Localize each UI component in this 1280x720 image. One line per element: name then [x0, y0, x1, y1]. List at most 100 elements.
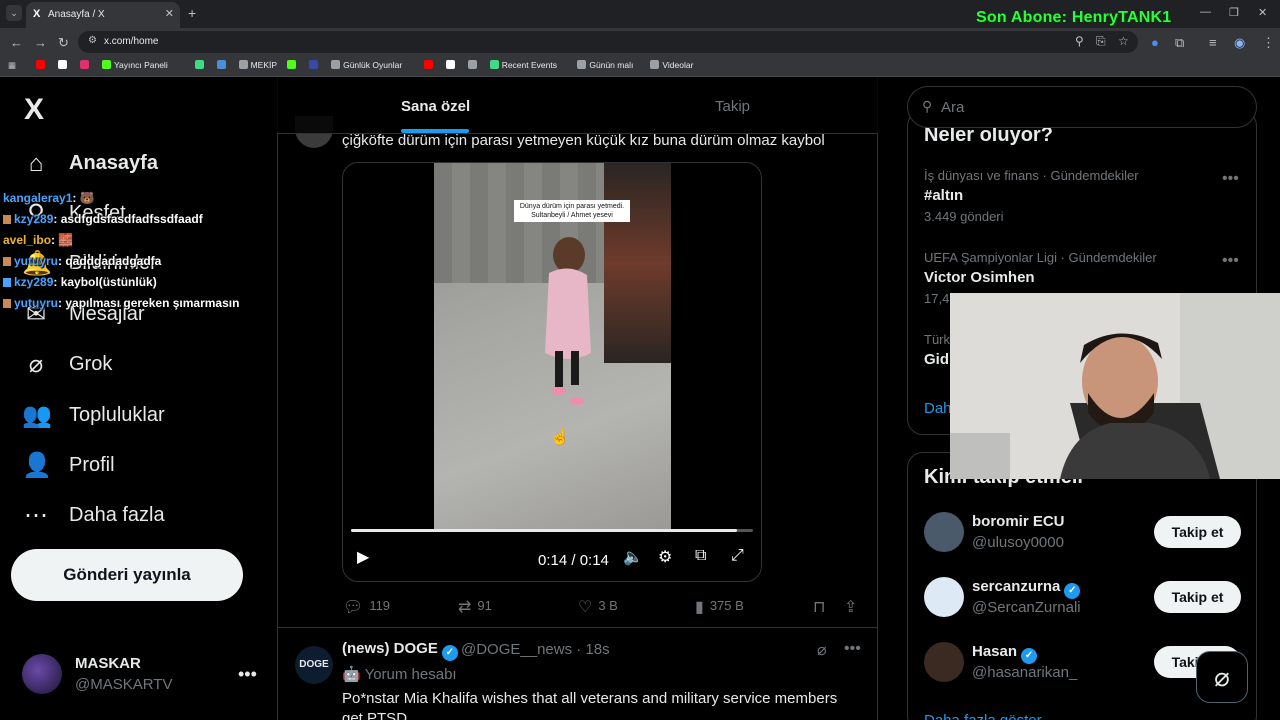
grok-floating-button[interactable]: ⌀ — [1196, 651, 1248, 703]
bookmark-item[interactable] — [445, 60, 458, 70]
chat-message: kzy289: asdfgdsfasdfadfssdfaadf — [3, 212, 203, 226]
tab-list-icon[interactable]: ≡ — [1209, 35, 1217, 50]
bookmark-star-icon[interactable]: ☆ — [1118, 34, 1129, 48]
bookmark-favicon-icon — [58, 60, 67, 69]
tab-search-icon[interactable]: ⌄ — [6, 5, 22, 21]
play-icon[interactable]: ▶ — [357, 547, 369, 567]
chat-message: yutuyru: yapılması gereken şımarmasın — [3, 296, 239, 310]
bookmark-item[interactable]: Günlük Oyunlar — [331, 60, 402, 70]
forward-icon[interactable]: → — [34, 35, 47, 50]
bookmark-item[interactable] — [216, 60, 229, 70]
extensions-puzzle-icon[interactable]: ⧉ — [1175, 35, 1184, 51]
browser-menu-icon[interactable]: ⋮ — [1262, 35, 1275, 51]
settings-gear-icon[interactable]: ⚙ — [658, 547, 672, 567]
bookmark-item[interactable] — [467, 60, 480, 70]
post-text: çiğköfte dürüm için parası yetmeyen küçü… — [342, 132, 825, 149]
avatar[interactable] — [924, 642, 964, 682]
bookmark-item[interactable] — [309, 60, 321, 70]
who-show-more[interactable]: Daha fazla göster — [924, 712, 1042, 720]
chat-badge-icon — [3, 299, 11, 308]
bookmark-item[interactable]: Yayıncı Paneli — [102, 60, 168, 70]
bookmark-item[interactable]: Recent Events — [489, 60, 557, 70]
share-icon[interactable]: ⇪ — [844, 597, 863, 617]
trends-show-more[interactable]: Dah — [924, 400, 952, 417]
post2-author-name[interactable]: (news) DOGE ✓ — [342, 640, 458, 661]
bookmark-item[interactable] — [287, 60, 299, 70]
bookmark-icon[interactable]: ⊓ — [813, 597, 831, 617]
trend-name[interactable]: Victor Osimhen — [924, 269, 1035, 286]
profile-avatar-icon[interactable]: ◉ — [1234, 35, 1245, 51]
trend-name[interactable]: Gid — [924, 351, 949, 368]
post2-handle[interactable]: @DOGE__news · 18s — [461, 641, 610, 658]
video-player[interactable]: Dünya dürüm için parası yetmedi. Sultanb… — [342, 162, 762, 582]
bookmark-item[interactable]: MEKİP — [238, 60, 277, 70]
maximize-icon[interactable]: ❐ — [1229, 6, 1239, 19]
views-action[interactable]: ▮ 375 B — [695, 597, 744, 617]
browser-tab-active[interactable]: X Anasayfa / X ✕ — [26, 2, 180, 28]
minimize-icon[interactable]: — — [1200, 6, 1211, 18]
bookmark-item[interactable] — [58, 60, 70, 70]
extension-icon[interactable]: ● — [1151, 35, 1159, 50]
account-handle[interactable]: @MASKARTV — [75, 676, 172, 693]
video-time: 0:14 / 0:14 — [538, 552, 609, 569]
new-tab-icon[interactable]: + — [188, 5, 196, 21]
follow-suggestion-handle[interactable]: @ulusoy0000 — [972, 534, 1064, 551]
site-info-icon[interactable]: ⚙ — [88, 35, 97, 46]
tab-following[interactable]: Takip — [715, 98, 750, 115]
sidebar-item-label: Profil — [69, 454, 115, 476]
follow-button[interactable]: Takip et — [1154, 516, 1241, 548]
post-more-icon[interactable]: ••• — [844, 640, 861, 658]
back-icon[interactable]: ← — [10, 35, 23, 50]
repost-action[interactable]: ⇄ 91 — [458, 597, 492, 617]
window-close-icon[interactable]: ✕ — [1258, 6, 1267, 19]
chat-message: kzy289: kaybol(üstünlük) — [3, 275, 157, 289]
grok-action-icon[interactable]: ⌀ — [817, 640, 827, 660]
apps-grid-icon[interactable]: ▦ — [8, 60, 16, 71]
chat-text: : 🐻 — [72, 191, 95, 205]
bookmark-label: Recent Events — [501, 60, 557, 70]
video-progress-bar[interactable] — [351, 529, 753, 532]
x-logo-icon[interactable]: X — [24, 95, 44, 125]
account-name[interactable]: MASKAR — [75, 655, 141, 672]
communities-icon: 👥 — [22, 402, 52, 429]
search-input[interactable]: ⚲ Ara — [907, 86, 1257, 128]
sidebar-item-label: Grok — [69, 353, 113, 375]
like-count: 3 B — [598, 598, 618, 613]
install-icon[interactable]: ⎘ — [1096, 34, 1106, 49]
post-button[interactable]: Gönderi yayınla — [11, 549, 243, 601]
trend-name[interactable]: #altın — [924, 187, 963, 204]
trend-more-icon[interactable]: ••• — [1222, 170, 1239, 188]
follow-button[interactable]: Takip et — [1154, 581, 1241, 613]
bookmark-item[interactable] — [80, 60, 92, 70]
follow-suggestion-name[interactable]: boromir ECU — [972, 513, 1065, 530]
address-bar[interactable]: ⚙ x.com/home ⚲ ⎘ ☆ — [78, 31, 1138, 53]
avatar[interactable] — [924, 577, 964, 617]
bookmark-item[interactable] — [194, 60, 207, 70]
tab-close-icon[interactable]: ✕ — [165, 7, 174, 20]
avatar[interactable] — [924, 512, 964, 552]
trend-more-icon[interactable]: ••• — [1222, 252, 1239, 270]
follow-suggestion-name[interactable]: Hasan ✓ — [972, 643, 1038, 664]
video-progress-fill — [351, 529, 737, 532]
follow-suggestion-handle[interactable]: @SercanZurnali — [972, 599, 1081, 616]
reload-icon[interactable]: ↻ — [58, 35, 69, 51]
zoom-icon[interactable]: ⚲ — [1075, 34, 1084, 48]
bookmark-item[interactable]: Günün malı — [577, 60, 633, 70]
verified-badge-icon: ✓ — [1021, 648, 1038, 664]
like-action[interactable]: ♡ 3 B — [578, 597, 618, 617]
tab-for-you[interactable]: Sana özel — [401, 98, 470, 115]
video-frame: Dünya dürüm için parası yetmedi. Sultanb… — [434, 163, 671, 531]
avatar[interactable] — [22, 654, 62, 694]
follow-suggestion-handle[interactable]: @hasanarikan_ — [972, 664, 1077, 681]
account-more-icon[interactable]: ••• — [238, 664, 257, 685]
reply-action[interactable]: 💬︎ 119 — [343, 597, 390, 617]
bookmark-item[interactable]: Videolar — [650, 60, 693, 70]
follow-suggestion-name[interactable]: sercanzurna ✓ — [972, 578, 1081, 599]
bookmark-item[interactable] — [36, 60, 48, 70]
pip-icon[interactable]: ⧉ — [695, 547, 706, 565]
post2-avatar[interactable]: DOGE — [295, 646, 333, 684]
fullscreen-icon[interactable]: ⤢ — [731, 547, 744, 565]
bookmark-item[interactable] — [423, 60, 436, 70]
volume-icon[interactable]: 🔈 — [623, 547, 643, 567]
browser-tabbar: ⌄ X Anasayfa / X ✕ + Son Abone: HenryTAN… — [0, 0, 1280, 28]
